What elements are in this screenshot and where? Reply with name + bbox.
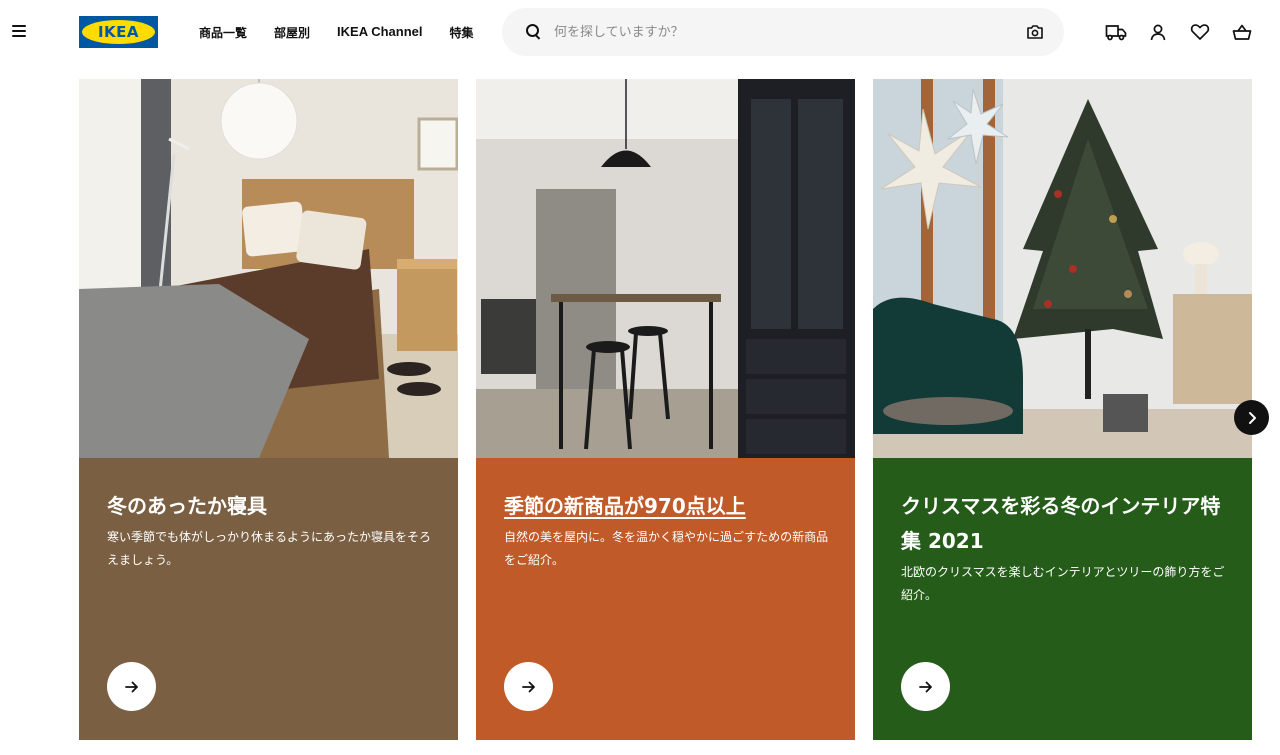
shopping-basket-icon[interactable] — [1230, 20, 1254, 44]
search-bar — [502, 8, 1064, 56]
search-icon[interactable] — [526, 24, 542, 40]
search-input[interactable] — [554, 20, 994, 44]
card-description: 自然の美を屋内に。冬を温かく穏やかに過ごすための新商品をご紹介。 — [504, 530, 829, 567]
nav-item-ikea-channel[interactable]: IKEA Channel — [337, 24, 422, 41]
arrow-right-icon[interactable] — [504, 662, 553, 711]
promo-card-winter-bedding[interactable]: 冬のあったか寝具 寒い季節でも体がしっかり休まるようにあったか寝具をそろえましょ… — [79, 79, 458, 740]
bedroom-photo — [79, 79, 458, 458]
logo-text: IKEA — [97, 23, 140, 41]
chevron-right-icon[interactable] — [1234, 400, 1269, 435]
card-title[interactable]: クリスマスを彩る冬のインテリア特集 2021 — [901, 489, 1231, 559]
nav-item-products[interactable]: 商品一覧 — [199, 24, 247, 41]
heart-favorites-icon[interactable] — [1188, 20, 1212, 44]
promo-panel: 冬のあったか寝具 寒い季節でも体がしっかり休まるようにあったか寝具をそろえましょ… — [79, 458, 458, 740]
promo-card-seasonal-new[interactable]: 季節の新商品が970点以上 自然の美を屋内に。冬を温かく穏やかに過ごすための新商… — [476, 79, 855, 740]
promo-panel: 季節の新商品が970点以上 自然の美を屋内に。冬を温かく穏やかに過ごすための新商… — [476, 458, 855, 740]
promo-panel: クリスマスを彩る冬のインテリア特集 2021 北欧のクリスマスを楽しむインテリア… — [873, 458, 1252, 740]
nav-item-features[interactable]: 特集 — [450, 24, 474, 41]
card-description: 北欧のクリスマスを楽しむインテリアとツリーの飾り方をご紹介。 — [901, 565, 1225, 602]
main-nav: 商品一覧 部屋別 IKEA Channel 特集 — [199, 24, 474, 41]
delivery-truck-icon[interactable] — [1104, 20, 1128, 44]
arrow-right-icon[interactable] — [107, 662, 156, 711]
camera-search-icon[interactable] — [1026, 24, 1044, 40]
arrow-right-icon[interactable] — [901, 662, 950, 711]
header-actions — [1104, 20, 1254, 44]
card-title-link[interactable]: 季節の新商品が970点以上 — [504, 489, 834, 524]
card-title[interactable]: 冬のあったか寝具 — [107, 489, 437, 524]
kitchen-bar-photo — [476, 79, 855, 458]
user-account-icon[interactable] — [1146, 20, 1170, 44]
ikea-logo[interactable]: IKEA — [79, 16, 158, 48]
card-description: 寒い季節でも体がしっかり休まるようにあったか寝具をそろえましょう。 — [107, 530, 432, 567]
christmas-interior-photo — [873, 79, 1252, 458]
hamburger-menu-icon[interactable] — [12, 24, 28, 38]
promo-card-christmas[interactable]: クリスマスを彩る冬のインテリア特集 2021 北欧のクリスマスを楽しむインテリア… — [873, 79, 1252, 740]
nav-item-rooms[interactable]: 部屋別 — [274, 24, 310, 41]
